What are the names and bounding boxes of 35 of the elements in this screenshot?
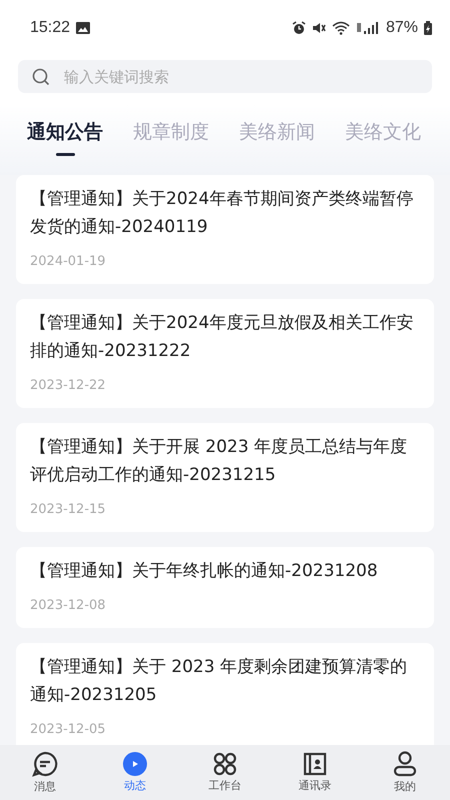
play-icon: [123, 752, 147, 776]
nav-item[interactable]: 动态: [105, 752, 165, 793]
clock-time: 15:22: [30, 19, 70, 37]
grid-icon: [213, 752, 237, 776]
notice-card[interactable]: 【管理通知】关于2024年度元旦放假及相关工作安排的通知-20231222 2023-12-22: [16, 299, 434, 408]
wifi-icon: [332, 21, 350, 35]
notice-card[interactable]: 【管理通知】关于2024年春节期间资产类终端暂停发货的通知-20240119 2024-01-19: [16, 175, 434, 284]
chat-bubble-icon: [32, 751, 58, 777]
notice-date: 2023-12-05: [30, 721, 107, 739]
notice-date: 2023-12-22: [30, 377, 107, 395]
nav-item[interactable]: 我的: [375, 751, 435, 794]
contact-book-icon: [303, 752, 327, 776]
battery-level: 87%: [386, 19, 418, 37]
notice-title: 【管理通知】关于年终扎帐的通知-20231208: [30, 560, 379, 583]
notice-title: 【管理通知】关于开展 2023 年度员工总结与年度评优启动工作的通知-20231215: [30, 436, 408, 487]
notice-card[interactable]: 【管理通知】关于年终扎帐的通知-20231208 2023-12-08: [16, 547, 434, 628]
search-field[interactable]: 输入关键词搜索: [18, 60, 432, 93]
person-icon: [393, 751, 417, 777]
tab[interactable]: 通知公告: [27, 119, 103, 175]
notice-title: 【管理通知】关于2024年度元旦放假及相关工作安排的通知-20231222: [30, 312, 414, 363]
gallery-icon: [76, 22, 90, 34]
mute-icon: [312, 21, 326, 35]
notice-card[interactable]: 【管理通知】关于 2023 年度剩余团建预算清零的通知-20231205 2023-12-05: [16, 643, 434, 745]
alarm-icon: [292, 21, 306, 35]
battery-icon: [424, 21, 432, 35]
notice-date: 2023-12-15: [30, 501, 107, 519]
signal-icon: [356, 21, 380, 35]
notice-date: 2024-01-19: [30, 253, 107, 271]
nav-item[interactable]: 工作台: [195, 752, 255, 793]
notice-title: 【管理通知】关于 2023 年度剩余团建预算清零的通知-20231205: [30, 656, 408, 707]
nav-item[interactable]: 消息: [15, 751, 75, 794]
notice-title: 【管理通知】关于2024年春节期间资产类终端暂停发货的通知-20240119: [30, 188, 414, 239]
notice-date: 2023-12-08: [30, 597, 107, 615]
notice-card[interactable]: 【管理通知】关于开展 2023 年度员工总结与年度评优启动工作的通知-20231215 2023-12-15: [16, 423, 434, 532]
nav-item[interactable]: 通讯录: [285, 752, 345, 793]
